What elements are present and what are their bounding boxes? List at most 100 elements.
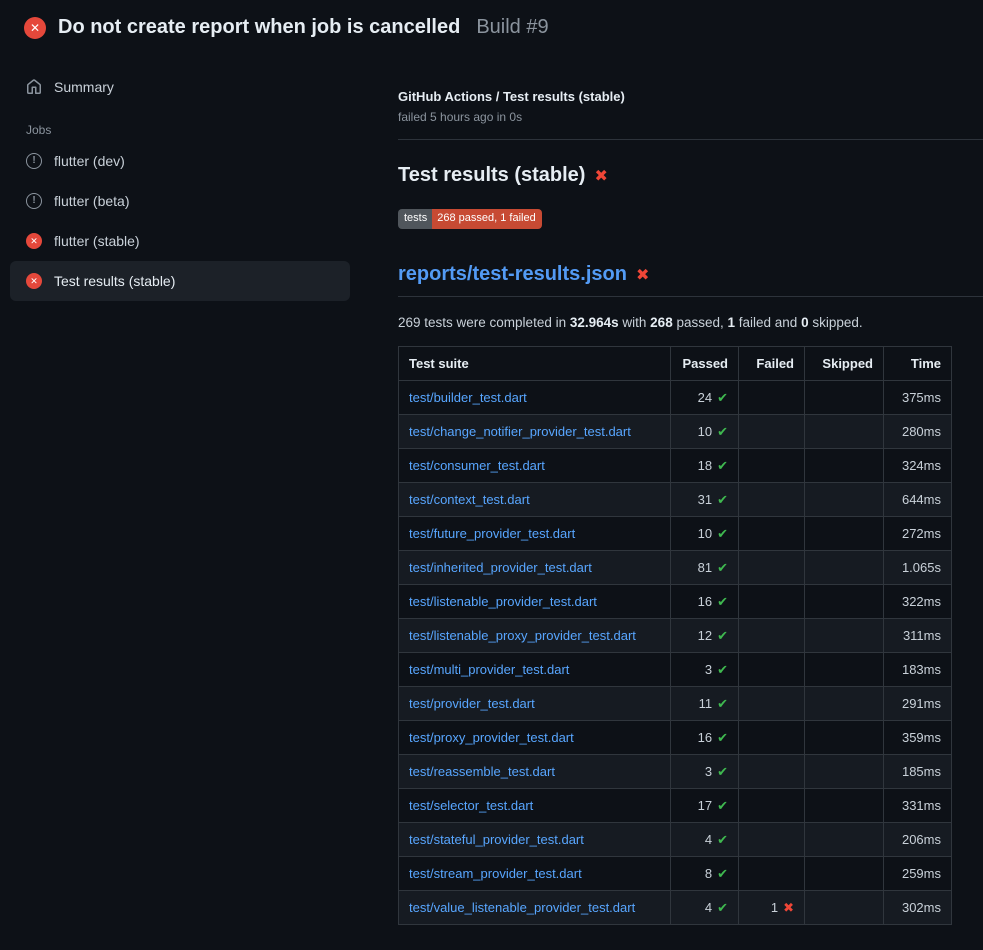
check-icon: ✔ bbox=[717, 526, 728, 541]
page-layout: Summary Jobs ! flutter (dev) ! flutter (… bbox=[0, 51, 983, 925]
test-suite-link[interactable]: test/selector_test.dart bbox=[409, 798, 533, 813]
test-suite-cell: test/proxy_provider_test.dart bbox=[399, 721, 671, 755]
test-suite-cell: test/context_test.dart bbox=[399, 483, 671, 517]
failed-cell bbox=[739, 755, 805, 789]
report-title: reports/test-results.json ✖ bbox=[398, 263, 983, 297]
stat-value: 10 bbox=[698, 526, 712, 541]
skipped-cell bbox=[805, 449, 884, 483]
failed-cell bbox=[739, 585, 805, 619]
failed-cell bbox=[739, 721, 805, 755]
test-suite-link[interactable]: test/listenable_proxy_provider_test.dart bbox=[409, 628, 636, 643]
time-cell: 644ms bbox=[884, 483, 952, 517]
col-header-passed: Passed bbox=[671, 347, 739, 381]
test-suite-link[interactable]: test/inherited_provider_test.dart bbox=[409, 560, 592, 575]
sidebar-item-flutter-stable[interactable]: ✕ flutter (stable) bbox=[10, 221, 350, 261]
section-title-text: Test results (stable) bbox=[398, 164, 585, 186]
check-icon: ✔ bbox=[717, 458, 728, 473]
check-icon: ✔ bbox=[717, 696, 728, 711]
table-row: test/listenable_provider_test.dart 16✔ 322… bbox=[399, 585, 952, 619]
test-suite-link[interactable]: test/consumer_test.dart bbox=[409, 458, 545, 473]
test-results-table: Test suite Passed Failed Skipped Time te… bbox=[398, 346, 952, 925]
stat-value: 12 bbox=[698, 628, 712, 643]
time-cell: 331ms bbox=[884, 789, 952, 823]
summary-text: 269 tests were completed in bbox=[398, 315, 570, 330]
test-suite-link[interactable]: test/provider_test.dart bbox=[409, 696, 535, 711]
report-link[interactable]: reports/test-results.json bbox=[398, 263, 627, 285]
failed-x-icon: ✖ bbox=[636, 267, 649, 284]
test-suite-cell: test/stateful_provider_test.dart bbox=[399, 823, 671, 857]
time-cell: 291ms bbox=[884, 687, 952, 721]
sidebar-item-test-results-stable[interactable]: ✕ Test results (stable) bbox=[10, 261, 350, 301]
table-row: test/change_notifier_provider_test.dart1… bbox=[399, 415, 952, 449]
summary-duration: 32.964s bbox=[570, 315, 619, 330]
time-cell: 359ms bbox=[884, 721, 952, 755]
skipped-cell bbox=[805, 483, 884, 517]
sidebar-item-flutter-dev[interactable]: ! flutter (dev) bbox=[10, 141, 350, 181]
summary-failed-count: 1 bbox=[728, 315, 736, 330]
sidebar-item-label: Test results (stable) bbox=[54, 273, 175, 289]
table-row: test/multi_provider_test.dart 3✔ 183ms bbox=[399, 653, 952, 687]
passed-cell: 12✔ bbox=[671, 619, 739, 653]
test-suite-cell: test/builder_test.dart bbox=[399, 381, 671, 415]
test-suite-link[interactable]: test/stream_provider_test.dart bbox=[409, 866, 582, 881]
passed-cell: 24✔ bbox=[671, 381, 739, 415]
col-header-skipped: Skipped bbox=[805, 347, 884, 381]
summary-text: with bbox=[619, 315, 651, 330]
test-suite-link[interactable]: test/future_provider_test.dart bbox=[409, 526, 575, 541]
test-suite-link[interactable]: test/multi_provider_test.dart bbox=[409, 662, 569, 677]
test-suite-cell: test/value_listenable_provider_test.dart bbox=[399, 891, 671, 925]
run-title: Do not create report when job is cancell… bbox=[58, 16, 460, 39]
failed-status-icon: ✕ bbox=[26, 233, 42, 249]
check-icon: ✔ bbox=[717, 832, 728, 847]
stat-value: 11 bbox=[699, 696, 713, 711]
stat-value: 18 bbox=[698, 458, 712, 473]
test-suite-link[interactable]: test/change_notifier_provider_test.dart bbox=[409, 424, 631, 439]
test-suite-link[interactable]: test/proxy_provider_test.dart bbox=[409, 730, 574, 745]
test-suite-link[interactable]: test/value_listenable_provider_test.dart bbox=[409, 900, 635, 915]
table-row: test/context_test.dart 31✔ 644ms bbox=[399, 483, 952, 517]
time-cell: 322ms bbox=[884, 585, 952, 619]
passed-cell: 16✔ bbox=[671, 721, 739, 755]
sidebar-item-label: flutter (dev) bbox=[54, 153, 125, 169]
time-cell: 272ms bbox=[884, 517, 952, 551]
sidebar-item-summary[interactable]: Summary bbox=[10, 67, 350, 107]
sidebar-item-flutter-beta[interactable]: ! flutter (beta) bbox=[10, 181, 350, 221]
check-icon: ✔ bbox=[717, 424, 728, 439]
test-suite-link[interactable]: test/builder_test.dart bbox=[409, 390, 527, 405]
test-suite-link[interactable]: test/listenable_provider_test.dart bbox=[409, 594, 597, 609]
table-row: test/selector_test.dart17✔331ms bbox=[399, 789, 952, 823]
test-suite-link[interactable]: test/reassemble_test.dart bbox=[409, 764, 555, 779]
col-header-failed: Failed bbox=[739, 347, 805, 381]
time-cell: 302ms bbox=[884, 891, 952, 925]
passed-cell: 4✔ bbox=[671, 823, 739, 857]
check-icon: ✔ bbox=[717, 900, 728, 915]
skipped-cell bbox=[805, 857, 884, 891]
breadcrumb: GitHub Actions / Test results (stable) bbox=[398, 89, 983, 104]
test-suite-link[interactable]: test/stateful_provider_test.dart bbox=[409, 832, 584, 847]
failed-status-icon: ✕ bbox=[24, 17, 46, 39]
skipped-cell bbox=[805, 721, 884, 755]
table-row: test/stateful_provider_test.dart4✔206ms bbox=[399, 823, 952, 857]
skipped-cell bbox=[805, 381, 884, 415]
skipped-cell bbox=[805, 585, 884, 619]
test-suite-link[interactable]: test/context_test.dart bbox=[409, 492, 530, 507]
cancelled-status-icon: ! bbox=[26, 153, 42, 169]
failed-cell bbox=[739, 653, 805, 687]
passed-cell: 31✔ bbox=[671, 483, 739, 517]
col-header-test-suite: Test suite bbox=[399, 347, 671, 381]
passed-cell: 16✔ bbox=[671, 585, 739, 619]
cancelled-status-icon: ! bbox=[26, 193, 42, 209]
passed-cell: 3✔ bbox=[671, 755, 739, 789]
skipped-cell bbox=[805, 653, 884, 687]
passed-cell: 3✔ bbox=[671, 653, 739, 687]
table-row: test/reassemble_test.dart3✔185ms bbox=[399, 755, 952, 789]
summary-passed-count: 268 bbox=[650, 315, 673, 330]
skipped-cell bbox=[805, 789, 884, 823]
table-row: test/future_provider_test.dart 10 ✔ 272ms bbox=[399, 517, 952, 551]
passed-cell: 10 ✔ bbox=[671, 517, 739, 551]
test-suite-cell: test/reassemble_test.dart bbox=[399, 755, 671, 789]
time-cell: 183ms bbox=[884, 653, 952, 687]
test-suite-cell: test/inherited_provider_test.dart bbox=[399, 551, 671, 585]
table-row: test/value_listenable_provider_test.dart… bbox=[399, 891, 952, 925]
stat-value: 3 bbox=[705, 764, 712, 779]
